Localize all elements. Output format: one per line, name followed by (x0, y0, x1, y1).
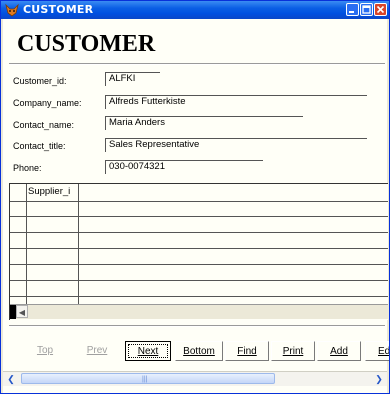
add-button[interactable]: Add (317, 341, 361, 361)
customer-id-label: Customer_id: (13, 76, 67, 86)
contact-title-label: Contact_title: (13, 141, 66, 151)
scroll-thumb[interactable]: ||| (21, 373, 275, 384)
fox-app-icon (5, 3, 19, 17)
maximize-button[interactable] (360, 3, 373, 16)
next-button[interactable]: Next (125, 341, 171, 361)
arrow-left-icon[interactable]: ◀ (16, 305, 28, 318)
grid-row-line (10, 280, 388, 281)
minimize-button[interactable] (346, 3, 359, 16)
grid-column-header[interactable]: Supplier_i (28, 186, 70, 197)
contact-name-value: Maria Anders (109, 117, 165, 128)
title-bar[interactable]: CUSTOMER (1, 1, 389, 19)
contact-name-label: Contact_name: (13, 120, 75, 130)
title-divider (9, 63, 385, 65)
contact-name-field[interactable]: Maria Anders (105, 116, 303, 130)
company-name-label: Company_name: (13, 98, 82, 108)
contact-title-field[interactable]: Sales Representative (105, 138, 367, 152)
scroll-right-icon[interactable]: ❯ (373, 373, 385, 385)
bottom-button[interactable]: Bottom (175, 341, 223, 361)
top-button[interactable]: Top (23, 341, 67, 361)
customer-id-value: ALFKI (109, 73, 136, 84)
supplier-grid[interactable]: Supplier_i ◀ (9, 183, 388, 320)
grid-row-line (10, 296, 388, 297)
grid-divider (9, 325, 385, 327)
customer-form: CUSTOMER Customer_id: ALFKI Company_name… (3, 19, 389, 393)
phone-label: Phone: (13, 163, 42, 173)
grid-header-line (10, 201, 388, 202)
grid-scrollbar[interactable]: ◀ (10, 304, 388, 319)
grid-row-line (10, 264, 388, 265)
find-button[interactable]: Find (225, 341, 269, 361)
phone-field[interactable]: 030-0074321 (105, 160, 263, 174)
grid-column-divider (78, 184, 79, 304)
contact-title-value: Sales Representative (109, 139, 200, 150)
grid-row-line (10, 232, 388, 233)
scroll-left-icon[interactable]: ❮ (5, 373, 17, 385)
form-title: CUSTOMER (17, 31, 156, 57)
company-name-value: Alfreds Futterkiste (109, 96, 186, 107)
prev-button[interactable]: Prev (73, 341, 121, 361)
print-button[interactable]: Print (271, 341, 315, 361)
customer-window: CUSTOMER CUSTOMER Customer_id: ALFKI Com… (0, 0, 390, 394)
phone-value: 030-0074321 (109, 161, 165, 172)
grid-row-header-divider (26, 184, 27, 304)
close-button[interactable] (374, 3, 387, 16)
edit-button[interactable]: Ed (365, 341, 389, 361)
company-name-field[interactable]: Alfreds Futterkiste (105, 95, 367, 109)
thumb-grip-icon: ||| (142, 376, 148, 383)
window-title: CUSTOMER (23, 3, 94, 16)
customer-id-field[interactable]: ALFKI (105, 72, 160, 86)
window-horizontal-scrollbar[interactable]: ❮ ||| ❯ (3, 371, 387, 386)
grid-row-line (10, 216, 388, 217)
grid-row-line (10, 248, 388, 249)
